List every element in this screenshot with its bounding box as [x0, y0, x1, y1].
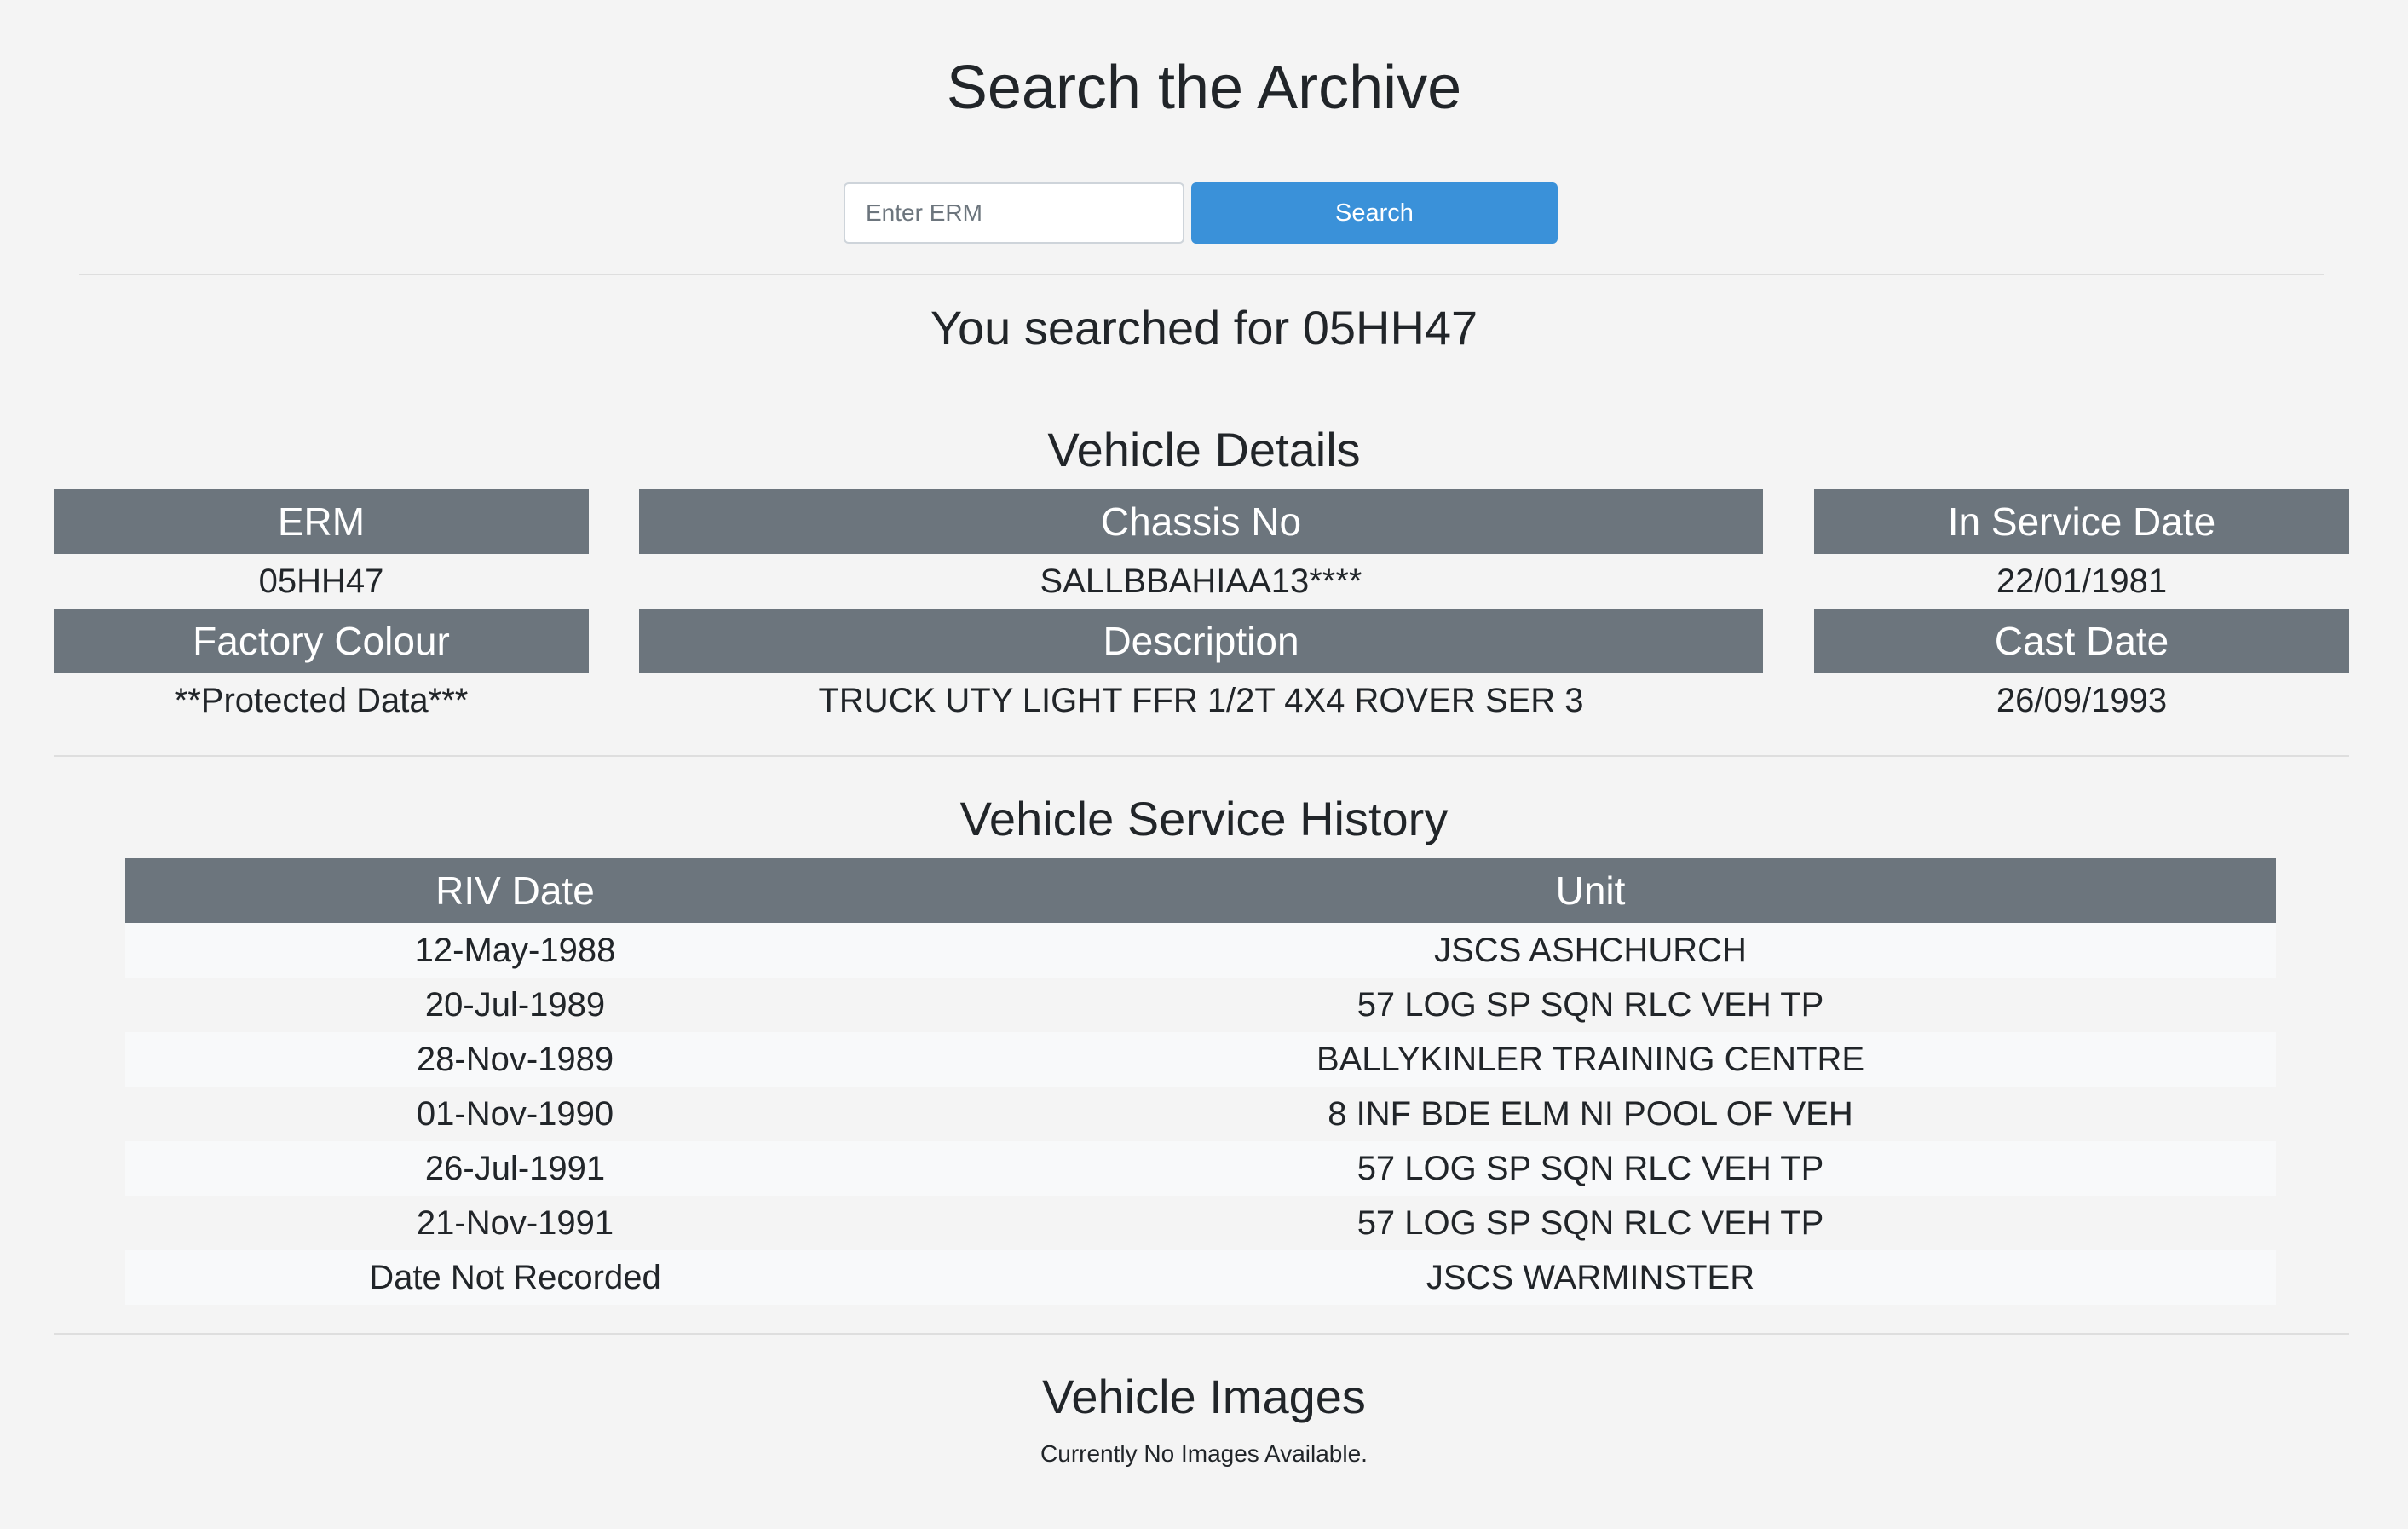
detail-chassis-no: Chassis No SALLBBAHIAA13**** [639, 489, 1763, 609]
service-history-table: RIV Date Unit 12-May-1988 JSCS ASHCHURCH… [125, 858, 2276, 1305]
riv-date-cell: 26-Jul-1991 [424, 1149, 606, 1187]
table-header-row: RIV Date Unit [125, 858, 2276, 923]
riv-date-cell: 20-Jul-1989 [424, 985, 606, 1024]
riv-date-cell: Date Not Recorded [369, 1258, 661, 1296]
riv-date-cell: 12-May-1988 [414, 931, 616, 969]
detail-chassis-no-value: SALLBBAHIAA13**** [1040, 563, 1362, 600]
unit-cell: 57 LOG SP SQN RLC VEH TP [1357, 1149, 1824, 1187]
detail-erm: ERM 05HH47 [54, 489, 589, 609]
column-header-unit: Unit [905, 858, 2276, 923]
detail-in-service-date-value: 22/01/1981 [1996, 563, 2168, 600]
vehicle-details-heading: Vehicle Details [1047, 423, 1361, 476]
table-row: 26-Jul-1991 57 LOG SP SQN RLC VEH TP [125, 1141, 2276, 1196]
history-divider [54, 1333, 2349, 1335]
table-row: 01-Nov-1990 8 INF BDE ELM NI POOL OF VEH [125, 1087, 2276, 1141]
table-row: Date Not Recorded JSCS WARMINSTER [125, 1250, 2276, 1305]
detail-description: Description TRUCK UTY LIGHT FFR 1/2T 4X4… [639, 609, 1763, 728]
detail-cast-date-value: 26/09/1993 [1996, 682, 2168, 719]
page-title: Search the Archive [946, 54, 1462, 122]
no-images-message: Currently No Images Available. [1040, 1440, 1368, 1467]
detail-cast-date: Cast Date 26/09/1993 [1814, 609, 2349, 728]
unit-cell: BALLYKINLER TRAINING CENTRE [1316, 1040, 1865, 1078]
riv-date-cell: 28-Nov-1989 [416, 1040, 614, 1078]
unit-cell: 57 LOG SP SQN RLC VEH TP [1357, 1203, 1824, 1242]
table-row: 21-Nov-1991 57 LOG SP SQN RLC VEH TP [125, 1196, 2276, 1250]
riv-date-cell: 21-Nov-1991 [416, 1203, 614, 1242]
detail-in-service-date-label: In Service Date [1814, 489, 2349, 554]
detail-in-service-date: In Service Date 22/01/1981 [1814, 489, 2349, 609]
unit-cell: JSCS ASHCHURCH [1434, 931, 1747, 969]
detail-cast-date-label: Cast Date [1814, 609, 2349, 673]
search-form: Search [844, 182, 1558, 244]
detail-factory-colour-value: **Protected Data*** [174, 682, 469, 719]
detail-erm-label: ERM [54, 489, 589, 554]
detail-description-value: TRUCK UTY LIGHT FFR 1/2T 4X4 ROVER SER 3 [818, 682, 1584, 719]
erm-search-input[interactable] [844, 182, 1184, 244]
detail-factory-colour: Factory Colour **Protected Data*** [54, 609, 589, 728]
table-row: 20-Jul-1989 57 LOG SP SQN RLC VEH TP [125, 978, 2276, 1032]
table-row: 28-Nov-1989 BALLYKINLER TRAINING CENTRE [125, 1032, 2276, 1087]
column-header-riv-date: RIV Date [125, 858, 905, 923]
unit-cell: JSCS WARMINSTER [1426, 1258, 1755, 1296]
search-divider [79, 274, 2324, 275]
service-history-heading: Vehicle Service History [959, 792, 1449, 845]
table-row: 12-May-1988 JSCS ASHCHURCH [125, 923, 2276, 978]
search-result-heading: You searched for 05HH47 [930, 301, 1478, 355]
details-divider [54, 755, 2349, 757]
detail-factory-colour-label: Factory Colour [54, 609, 589, 673]
archive-page: Search the Archive Search You searched f… [0, 0, 2408, 1529]
vehicle-images-heading: Vehicle Images [1042, 1370, 1366, 1423]
detail-chassis-no-label: Chassis No [639, 489, 1763, 554]
detail-description-label: Description [639, 609, 1763, 673]
riv-date-cell: 01-Nov-1990 [416, 1094, 614, 1133]
search-button[interactable]: Search [1191, 182, 1558, 244]
unit-cell: 8 INF BDE ELM NI POOL OF VEH [1328, 1094, 1853, 1133]
detail-erm-value: 05HH47 [258, 563, 384, 600]
unit-cell: 57 LOG SP SQN RLC VEH TP [1357, 985, 1824, 1024]
